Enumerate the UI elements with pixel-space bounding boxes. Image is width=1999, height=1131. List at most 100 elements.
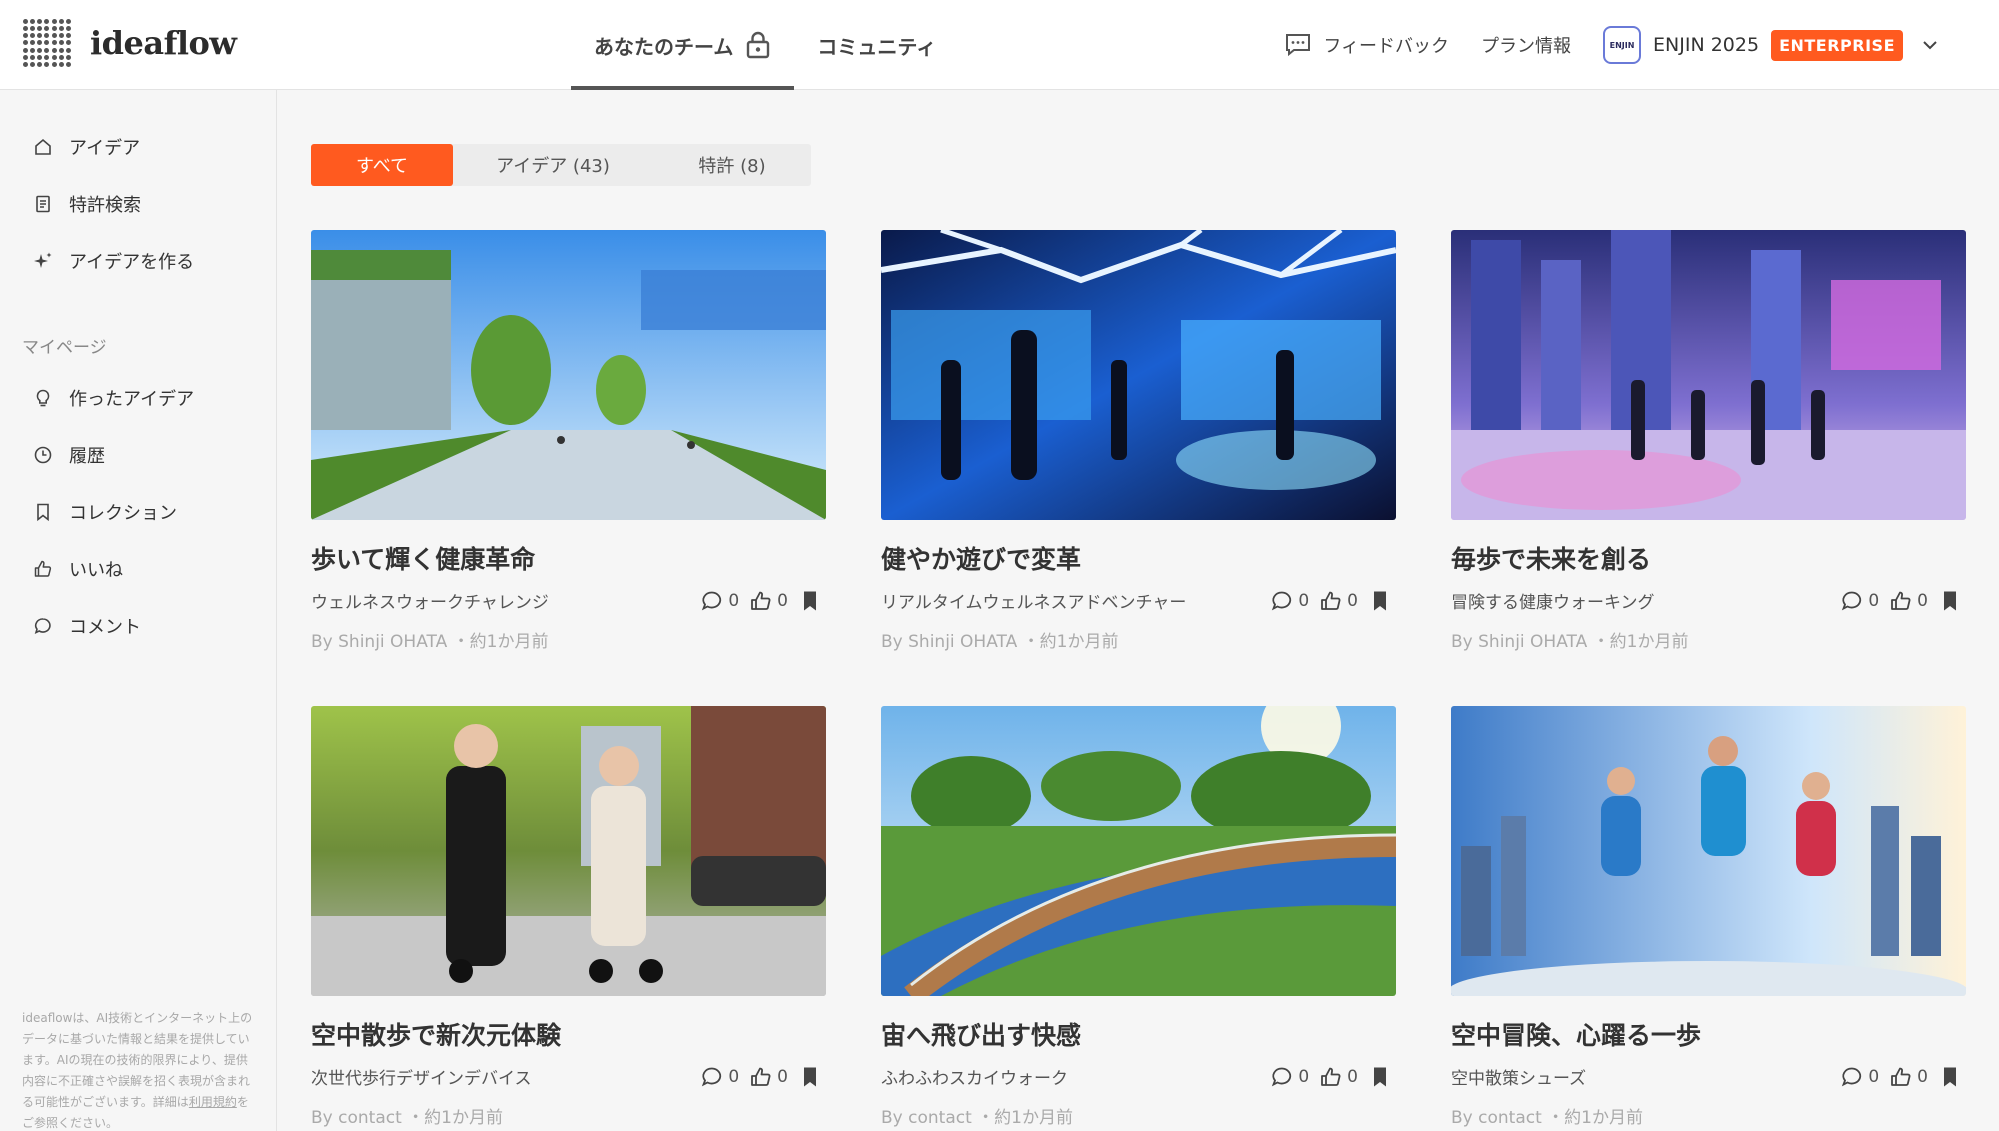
sidebar-item-label: アイデア (69, 138, 141, 159)
card-author-line: By contact ・約1か月前 (311, 1103, 826, 1128)
card-time: ・約1か月前 (1592, 632, 1689, 652)
like-count: 0 (1917, 1066, 1928, 1087)
bookmark-button[interactable] (1938, 589, 1966, 613)
idea-card[interactable]: 空中散歩で新次元体験 次世代歩行デザインデバイス 0 0 By contact … (311, 706, 826, 1131)
like-button[interactable]: 0 (749, 1065, 788, 1089)
comment-button[interactable]: 0 (700, 589, 739, 613)
card-image (1451, 230, 1966, 520)
main-nav-tabs: あなたのチーム コミュニティ (571, 0, 959, 90)
clock-icon (34, 446, 52, 464)
bookmark-button[interactable] (1938, 1065, 1966, 1089)
sidebar-item-label: 特許検索 (69, 195, 141, 216)
card-author: By Shinji OHATA (311, 632, 448, 652)
tab-community-label: コミュニティ (817, 34, 937, 59)
like-button[interactable]: 0 (749, 589, 788, 613)
idea-card[interactable]: 空中冒険、心躍る一歩 空中散策シューズ 0 0 By contact ・約1か月… (1451, 706, 1966, 1131)
card-title: 毎歩で未来を創る (1451, 545, 1652, 574)
idea-card[interactable]: 宙へ飛び出す快感 ふわふわスカイウォーク 0 0 By contact ・約1か… (881, 706, 1396, 1131)
card-title: 歩いて輝く健康革命 (311, 545, 536, 574)
idea-card[interactable]: 健やか遊びで変革 リアルタイムウェルネスアドベンチャー 0 0 By Shinj… (881, 230, 1396, 660)
feedback-icon (1286, 34, 1311, 57)
bookmark-button[interactable] (1368, 589, 1396, 613)
filter-tab-ideas[interactable]: アイデア (43) (453, 144, 653, 186)
like-count: 0 (1347, 1066, 1358, 1087)
comment-button[interactable]: 0 (1270, 1065, 1309, 1089)
lock-icon (747, 31, 770, 59)
team-name: ENJIN 2025 (1653, 34, 1760, 56)
team-switcher[interactable]: ENJIN ENJIN 2025 ENTERPRISE (1603, 26, 1939, 64)
bookmark-button[interactable] (798, 1065, 826, 1089)
card-subtitle: リアルタイムウェルネスアドベンチャー (881, 593, 1187, 613)
filter-tab-all[interactable]: すべて (311, 144, 453, 186)
thumbs-up-icon (751, 1067, 771, 1086)
tab-your-team[interactable]: あなたのチーム (571, 0, 795, 90)
card-subtitle: 空中散策シューズ (1451, 1069, 1587, 1089)
tab-community[interactable]: コミュニティ (794, 0, 959, 90)
comment-button[interactable]: 0 (1270, 589, 1309, 613)
sidebar-item-label: コレクション (69, 503, 177, 524)
sidebar-item-history[interactable]: 履歴 (33, 442, 105, 468)
team-avatar: ENJIN (1603, 26, 1642, 64)
card-time: ・約1か月前 (407, 1108, 503, 1128)
sidebar-item-comments[interactable]: コメント (33, 613, 141, 639)
thumbs-up-icon (1891, 591, 1911, 610)
comment-icon (702, 1067, 722, 1086)
sidebar-item-patent-search[interactable]: 特許検索 (33, 191, 141, 217)
like-button[interactable]: 0 (1319, 1065, 1358, 1089)
card-time: ・約1か月前 (977, 1108, 1073, 1128)
card-subtitle: 次世代歩行デザインデバイス (311, 1069, 532, 1089)
logo-dots-icon (22, 18, 72, 68)
thumbs-up-icon (1891, 1067, 1911, 1086)
card-author: By Shinji OHATA (1451, 632, 1588, 652)
card-image (881, 230, 1396, 520)
card-author-line: By Shinji OHATA ・約1か月前 (311, 627, 826, 652)
comment-count: 0 (1868, 1066, 1880, 1087)
sidebar-item-ideas[interactable]: アイデア (33, 134, 140, 160)
card-title: 宙へ飛び出す快感 (881, 1021, 1082, 1050)
bookmark-icon (1374, 591, 1386, 610)
sidebar-item-create-idea[interactable]: アイデアを作る (33, 248, 194, 274)
idea-card[interactable]: 歩いて輝く健康革命 ウェルネスウォークチャレンジ 0 0 By Shinji O… (311, 230, 826, 660)
sidebar-item-my-ideas[interactable]: 作ったアイデア (33, 385, 194, 411)
like-button[interactable]: 0 (1319, 589, 1358, 613)
thumbs-up-icon (1321, 1067, 1341, 1086)
sidebar-item-label: コメント (69, 617, 141, 638)
chevron-down-icon[interactable] (1921, 36, 1939, 54)
card-author: By contact (1451, 1108, 1542, 1128)
logo[interactable]: ideaflow (22, 18, 237, 68)
card-title: 空中散歩で新次元体験 (311, 1021, 562, 1050)
sidebar-item-label: いいね (69, 560, 123, 581)
card-author-line: By Shinji OHATA ・約1か月前 (881, 627, 1396, 652)
sidebar-item-collection[interactable]: コレクション (33, 499, 177, 525)
like-count: 0 (777, 1066, 788, 1087)
mypage-section-title: マイページ (22, 338, 107, 358)
card-subtitle: ウェルネスウォークチャレンジ (311, 593, 549, 613)
idea-card[interactable]: 毎歩で未来を創る 冒険する健康ウォーキング 0 0 By Shinji OHAT… (1451, 230, 1966, 660)
sidebar-item-likes[interactable]: いいね (33, 556, 123, 582)
filter-tab-patents[interactable]: 特許 (8) (653, 144, 811, 186)
card-subtitle: ふわふわスカイウォーク (881, 1069, 1068, 1089)
bookmark-button[interactable] (1368, 1065, 1396, 1089)
plan-info-link[interactable]: プラン情報 (1481, 32, 1571, 58)
card-author-line: By Shinji OHATA ・約1か月前 (1451, 627, 1966, 652)
card-image (311, 230, 826, 520)
card-author: By contact (311, 1108, 402, 1128)
comment-button[interactable]: 0 (1840, 1065, 1879, 1089)
comment-count: 0 (1868, 590, 1880, 611)
comment-button[interactable]: 0 (700, 1065, 739, 1089)
comment-button[interactable]: 0 (1840, 589, 1879, 613)
bookmark-icon (804, 1067, 816, 1086)
terms-link[interactable]: 利用規約 (189, 1095, 237, 1109)
top-header: ideaflow あなたのチーム コミュニティ フィードバック プラン情報 EN… (0, 0, 1999, 90)
filter-tabs: すべて アイデア (43) 特許 (8) (311, 144, 811, 186)
bookmark-button[interactable] (798, 589, 826, 613)
comment-icon (1842, 1067, 1862, 1086)
feedback-button[interactable]: フィードバック (1285, 32, 1449, 58)
like-button[interactable]: 0 (1889, 589, 1928, 613)
bookmark-icon (37, 503, 49, 522)
card-image (1451, 706, 1966, 996)
like-count: 0 (1347, 590, 1358, 611)
like-button[interactable]: 0 (1889, 1065, 1928, 1089)
sidebar-item-label: 履歴 (69, 446, 105, 467)
tab-your-team-label: あなたのチーム (594, 34, 734, 59)
